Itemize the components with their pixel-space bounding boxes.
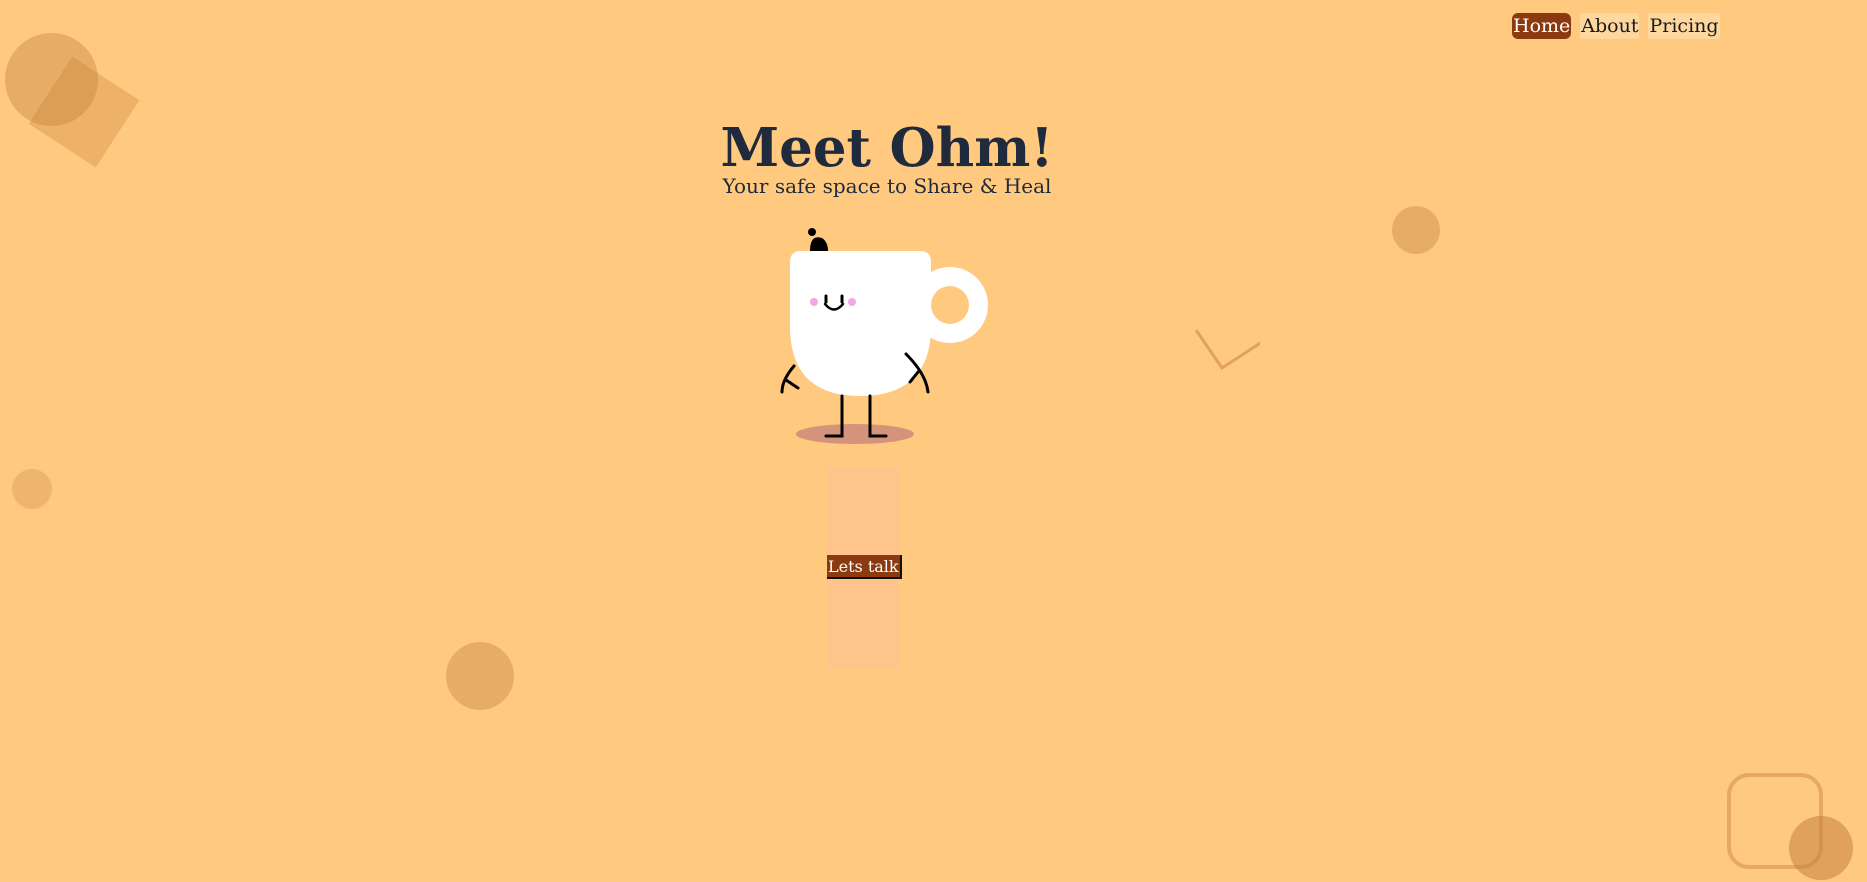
mascot-left-arm (780, 364, 800, 394)
landing-page: Home About Pricing Meet Ohm! Your safe s… (0, 0, 1867, 882)
mascot-shadow (796, 424, 914, 444)
mascot-cup-body (790, 251, 931, 396)
mascot-tuft (810, 237, 828, 251)
mascot-cheek-right (848, 298, 856, 306)
page-subtitle: Your safe space to Share & Heal (722, 174, 1052, 198)
decor-circle-right (1392, 206, 1440, 254)
decor-circle-left-small (12, 469, 52, 509)
decor-circle-bottom-right (1789, 816, 1853, 880)
nav-about-link[interactable]: About (1580, 13, 1640, 39)
lets-talk-button[interactable]: Lets talk (827, 555, 902, 579)
nav-pricing-link[interactable]: Pricing (1648, 13, 1720, 39)
decor-checkmark (1194, 329, 1260, 371)
decor-rounded-square (1727, 773, 1823, 869)
nav-home-link[interactable]: Home (1512, 13, 1572, 39)
top-nav: Home About Pricing (1512, 13, 1720, 39)
decor-circle-bottom-left (446, 642, 514, 710)
coffee-cup-mascot-icon (780, 228, 988, 444)
mascot-cheek-left (810, 298, 818, 306)
